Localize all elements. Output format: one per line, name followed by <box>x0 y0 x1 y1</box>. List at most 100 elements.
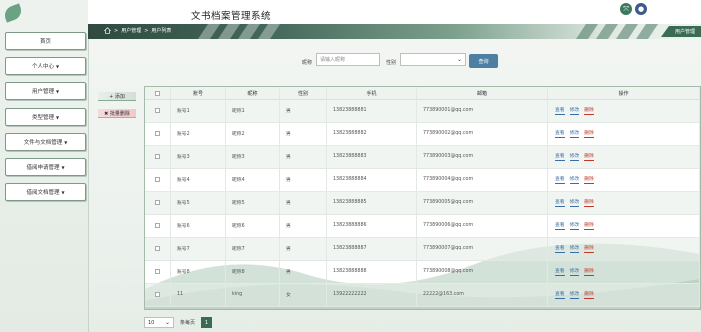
row-checkbox[interactable] <box>145 283 171 306</box>
delete-button[interactable]: 删除 <box>584 290 594 299</box>
cell-gender: 男 <box>280 145 327 168</box>
delete-button[interactable]: 删除 <box>584 106 594 115</box>
add-button[interactable]: + 添加 <box>98 92 136 101</box>
sidebar-item[interactable]: 个人中心 ▼ <box>5 57 86 75</box>
caret-down-icon: ▼ <box>61 164 65 170</box>
decorative-stripes <box>198 24 280 39</box>
cell-phone: 13823888884 <box>327 168 417 191</box>
view-button[interactable]: 查看 <box>555 267 565 276</box>
cell-gender: 男 <box>280 237 327 260</box>
breadcrumb-item: 用户列表 <box>151 28 172 34</box>
delete-button[interactable]: 删除 <box>584 221 594 230</box>
checkbox-icon <box>155 200 160 205</box>
row-checkbox[interactable] <box>145 214 171 237</box>
caret-down-icon: ▼ <box>64 139 68 145</box>
select-all-checkbox[interactable] <box>145 87 171 99</box>
view-button[interactable]: 查看 <box>555 175 565 184</box>
delete-button[interactable]: 删除 <box>584 198 594 207</box>
user-icon[interactable]: ● <box>635 3 647 15</box>
home-icon[interactable] <box>104 27 111 34</box>
cell-email: 22222@163.com <box>417 283 548 306</box>
row-checkbox[interactable] <box>145 99 171 122</box>
column-header[interactable]: 性别 <box>280 87 327 99</box>
sidebar-item[interactable]: 用户管理 ▼ <box>5 82 86 100</box>
edit-button[interactable]: 修改 <box>569 175 580 184</box>
row-checkbox[interactable] <box>145 260 171 283</box>
checkbox-icon <box>155 246 160 251</box>
delete-button[interactable]: 删除 <box>584 267 594 276</box>
delete-button[interactable]: 删除 <box>584 244 594 253</box>
row-actions: 查看 修改 删除 <box>548 168 700 191</box>
delete-button[interactable]: 删除 <box>584 152 594 161</box>
edit-button[interactable]: 修改 <box>569 152 580 161</box>
row-checkbox[interactable] <box>145 168 171 191</box>
edit-button[interactable]: 修改 <box>569 290 580 299</box>
search-button[interactable]: 查询 <box>469 54 498 68</box>
column-header[interactable]: 昵称 <box>226 87 280 99</box>
column-header[interactable]: 邮箱 <box>417 87 548 99</box>
column-header[interactable]: 手机 <box>327 87 417 99</box>
view-button[interactable]: 查看 <box>555 290 565 299</box>
nickname-input[interactable]: 请输入昵称 <box>316 53 380 66</box>
row-checkbox[interactable] <box>145 122 171 145</box>
sidebar-item[interactable]: 类型管理 ▼ <box>5 108 86 126</box>
cell-gender: 男 <box>280 99 327 122</box>
cell-account: 账号4 <box>171 168 226 191</box>
view-button[interactable]: 查看 <box>555 129 565 138</box>
edit-button[interactable]: 修改 <box>569 244 580 253</box>
delete-button[interactable]: 删除 <box>584 175 594 184</box>
cell-email: 773890007@qq.com <box>417 237 548 260</box>
chevron-down-icon: ⌄ <box>456 56 462 63</box>
view-button[interactable]: 查看 <box>555 198 565 207</box>
caret-down-icon: ▼ <box>55 88 60 94</box>
table-row: 账号6 昵称6 男 13823888886 773890006@qq.com 查看 修改 删除 <box>145 214 700 238</box>
row-checkbox[interactable] <box>145 191 171 214</box>
gender-label: 性别 <box>386 60 397 66</box>
sidebar-item[interactable]: 借阅文档管理 ▼ <box>5 183 86 201</box>
row-checkbox[interactable] <box>145 145 171 168</box>
view-button[interactable]: 查看 <box>555 106 565 115</box>
page-button[interactable]: 1 <box>201 317 212 328</box>
page-size-select[interactable]: 10 ⌄ <box>144 317 174 328</box>
row-actions: 查看 修改 删除 <box>548 191 700 214</box>
page-title: 文书档案管理系统 <box>191 11 272 22</box>
cell-email: 773890002@qq.com <box>417 122 548 145</box>
view-button[interactable]: 查看 <box>555 244 565 253</box>
breadcrumb-bar: > 用户管理 > 用户列表 用户管理 <box>88 24 701 39</box>
sidebar-item-label: 借阅申请管理 <box>26 165 60 171</box>
view-button[interactable]: 查看 <box>555 152 565 161</box>
cell-gender: 男 <box>280 168 327 191</box>
cell-gender: 女 <box>280 283 327 306</box>
breadcrumb-item[interactable]: 用户管理 <box>121 27 141 34</box>
edit-button[interactable]: 修改 <box>569 129 580 138</box>
edit-button[interactable]: 修改 <box>569 106 580 115</box>
cell-account: 账号8 <box>171 260 226 283</box>
row-actions: 查看 修改 删除 <box>548 260 700 283</box>
edit-button[interactable]: 修改 <box>569 221 580 230</box>
column-header[interactable]: 账号 <box>171 87 226 99</box>
cell-phone: 13922222222 <box>327 283 417 306</box>
cell-gender: 男 <box>280 191 327 214</box>
sidebar-item[interactable]: 借阅申请管理 ▼ <box>5 158 86 176</box>
cell-email: 773890004@qq.com <box>417 168 548 191</box>
sidebar-item[interactable]: 首页 <box>5 32 86 50</box>
logo <box>2 3 84 28</box>
row-actions: 查看 修改 删除 <box>548 214 700 237</box>
row-checkbox[interactable] <box>145 237 171 260</box>
cell-nickname: 昵称3 <box>226 145 280 168</box>
delete-button[interactable]: 删除 <box>584 129 594 138</box>
checkbox-icon <box>155 177 160 182</box>
gender-select[interactable]: ⌄ <box>400 53 466 66</box>
cell-phone: 13823888885 <box>327 191 417 214</box>
edit-button[interactable]: 修改 <box>569 267 580 276</box>
switch-icon[interactable]: ⤧ <box>620 3 632 15</box>
cell-account: 账号5 <box>171 191 226 214</box>
sidebar-item-label: 文件与文档管理 <box>23 140 63 146</box>
batch-delete-button[interactable]: ✖ 批量删除 <box>98 109 136 118</box>
edit-button[interactable]: 修改 <box>569 198 580 207</box>
breadcrumb: > 用户管理 > 用户列表 <box>104 27 171 34</box>
sidebar-item[interactable]: 文件与文档管理 ▼ <box>5 133 86 151</box>
view-button[interactable]: 查看 <box>555 221 565 230</box>
page-size-value: 10 <box>148 319 155 326</box>
table-row: 账号4 昵称4 男 13823888884 773890004@qq.com 查看 修改 删除 <box>145 168 700 192</box>
